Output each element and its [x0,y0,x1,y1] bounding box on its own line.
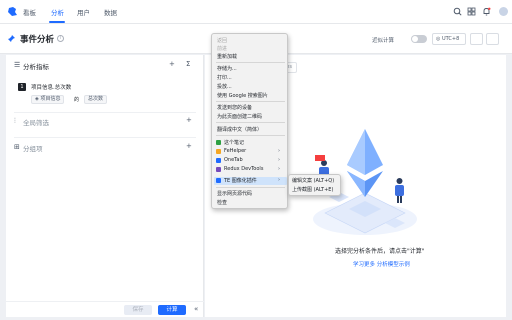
menu-separator [216,187,285,188]
menu-item-qr-code[interactable]: 为此页面创建二维码 [217,113,262,120]
menu-item-view-source[interactable]: 显示网页源代码 [217,190,252,197]
info-icon[interactable]: i [57,35,64,42]
sigma-icon[interactable]: Σ [186,60,190,68]
menu-separator [216,135,285,136]
menu-separator [216,62,285,63]
filter-icon: ⫶ [14,117,16,125]
menu-separator [216,101,285,102]
save-button[interactable]: 保存 [124,305,152,315]
page-title: 事件分析 [20,35,55,45]
add-metric-icon[interactable]: + [169,60,175,68]
user-avatar[interactable] [499,7,508,16]
onetab-icon [216,158,221,163]
event-chip[interactable]: ◈ 项目信息 [31,95,65,104]
menu-item-reload[interactable]: 重新加载 [217,53,237,60]
divider [14,137,196,138]
tab-data[interactable]: 数据 [104,7,117,17]
te-plugin-icon [216,178,221,183]
menu-item-save-as[interactable]: 存储为... [217,65,237,72]
timezone-value: UTC+8 [441,36,460,42]
more-options-button[interactable] [486,33,499,45]
fehelper-icon [216,149,221,154]
menu-item-onetab[interactable]: OneTab [224,157,243,163]
metrics-icon: ☰ [14,61,21,69]
tab-dashboard[interactable]: 看板 [23,7,36,17]
top-navigation: 看板 分析 用户 数据 [0,0,512,24]
global-filter-title: 全局筛选 [23,119,49,127]
chevron-right-icon: › [278,148,280,154]
action-bar: 保存 计算 « [6,301,204,317]
redux-devtools-icon [216,167,221,172]
menu-separator [216,122,285,123]
active-tab-indicator [49,21,65,23]
pin-icon[interactable] [7,34,16,43]
event-chip-label: 项目信息 [40,96,61,102]
menu-item-cast[interactable]: 投放... [217,83,232,90]
chip-of-label: 的 [74,97,80,103]
te-plugin-submenu: 编辑文案 (ALT+Q) 上传截图 (ALT+E) [288,174,341,196]
add-group-icon[interactable]: + [186,142,192,150]
metric-name[interactable]: 项目信息.总次数 [31,83,71,91]
search-icon[interactable] [453,7,462,16]
chevron-right-icon: › [278,157,280,163]
metrics-title: 分析指标 [23,63,49,71]
group-by-title: 分组项 [23,145,43,153]
menu-item-redux-devtools[interactable]: Redux DevTools [224,166,263,172]
calculate-button[interactable]: 计算 [158,305,186,315]
approx-calc-label: 近似计算 [372,38,395,44]
metric-index: 1 [18,83,26,91]
group-icon: ⊞ [14,143,20,151]
chevron-right-icon: › [278,166,280,172]
tab-users[interactable]: 用户 [77,7,90,17]
menu-item-forward[interactable]: 前进 [217,45,227,52]
event-icon: ◈ [35,96,39,102]
learn-more-link[interactable]: 学习更多 分析模型示例 [353,260,410,268]
menu-item-send-to-device[interactable]: 发送到您的设备 [217,104,252,111]
globe-icon: ◎ [436,36,441,42]
approx-calc-toggle[interactable] [411,35,427,43]
menu-item-te-plugin[interactable]: TE 图像化插件 [224,177,257,184]
submenu-item-upload-screenshot[interactable]: 上传截图 (ALT+E) [292,186,333,193]
context-menu: 返回 前进 重新加载 存储为... 打印... 投放... 使用 Google … [211,33,288,209]
chevron-right-icon: › [278,177,280,183]
aggregation-chip[interactable]: 总次数 [84,95,108,104]
add-filter-icon[interactable]: + [186,116,192,124]
note-extension-icon [216,140,221,145]
menu-item-print[interactable]: 打印... [217,74,232,81]
submenu-item-edit-text[interactable]: 编辑文案 (ALT+Q) [292,177,334,184]
menu-item-back[interactable]: 返回 [217,37,227,44]
menu-item-translate[interactable]: 翻译成中文（简体） [217,126,262,133]
divider [14,112,196,113]
menu-item-inspect[interactable]: 检查 [217,199,227,206]
menu-item-fehelper[interactable]: FeHelper [224,148,246,154]
tab-analysis[interactable]: 分析 [51,7,64,17]
app-logo-icon[interactable] [7,6,18,17]
analysis-config-panel: ☰ 分析指标 + Σ 1 项目信息.总次数 ◈ 项目信息 的 总次数 ⫶ 全局筛… [6,55,204,317]
figure-right [395,178,404,203]
collapse-panel-icon[interactable]: « [194,305,198,313]
bookmark-button[interactable] [470,33,483,45]
menu-item-note[interactable]: 这个笔记 [224,139,244,146]
menu-item-google-image-search[interactable]: 使用 Google 搜索图片 [217,92,268,99]
grid-icon[interactable] [467,7,476,16]
timezone-select[interactable]: ◎ UTC+8 [432,33,466,45]
bell-icon[interactable] [482,7,491,16]
empty-state-title: 选择完分析条件后，请点击"计算" [335,248,425,255]
